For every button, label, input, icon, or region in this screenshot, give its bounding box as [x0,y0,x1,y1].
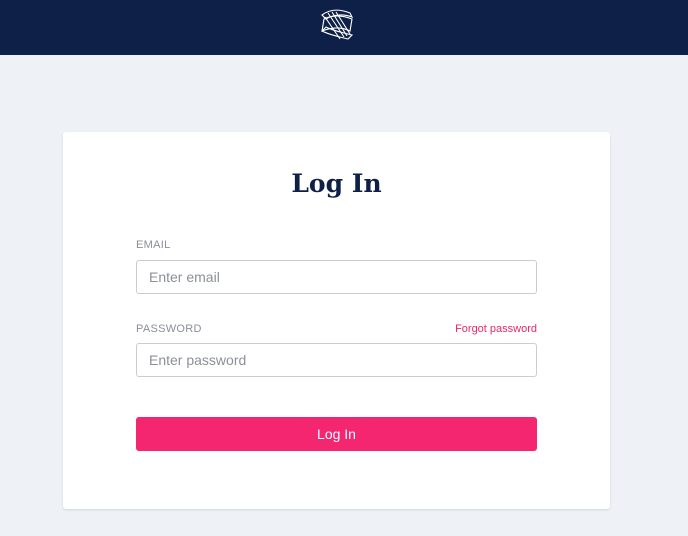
email-field[interactable] [136,260,537,294]
password-field[interactable] [136,343,537,377]
forgot-password-link[interactable]: Forgot password [455,322,537,336]
email-label: EMAIL [136,239,171,251]
page-title: Log In [291,169,382,198]
password-label: PASSWORD [136,323,202,335]
brand-logo-icon[interactable] [316,5,358,45]
top-navigation-bar [0,0,688,55]
login-card: Log In EMAIL PASSWORD Forgot password Lo… [63,132,610,509]
login-button[interactable]: Log In [136,417,537,451]
